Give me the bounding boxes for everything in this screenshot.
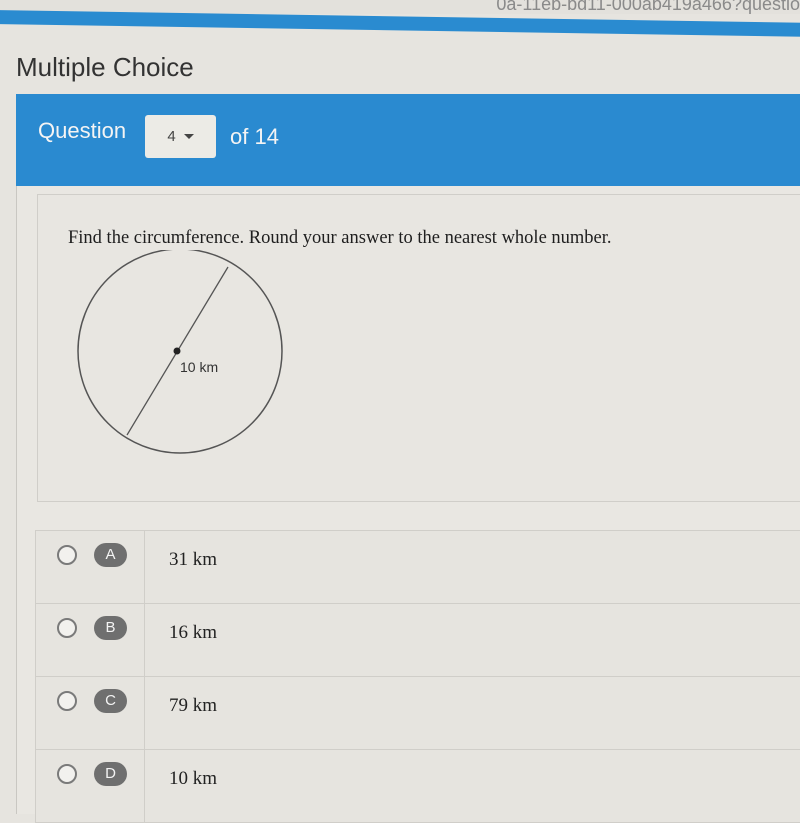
- diameter-label: 10 km: [180, 359, 218, 375]
- chevron-down-icon: [183, 134, 194, 139]
- choice-d[interactable]: D 10 km: [35, 749, 800, 823]
- center-point: [173, 347, 181, 355]
- choice-text: 10 km: [169, 768, 218, 789]
- radio-button[interactable]: [57, 691, 77, 711]
- choice-c[interactable]: C 79 km: [35, 676, 800, 749]
- choice-letter-badge: A: [94, 543, 127, 567]
- radio-button[interactable]: [57, 764, 77, 784]
- choice-text: 16 km: [169, 622, 218, 643]
- choice-selector: A: [36, 531, 145, 603]
- radio-button[interactable]: [57, 618, 77, 638]
- page-title: Multiple Choice: [16, 52, 194, 82]
- choice-selector: D: [36, 750, 145, 822]
- choice-b[interactable]: B 16 km: [35, 603, 800, 676]
- question-header: [16, 94, 800, 186]
- question-number-value: 4: [167, 128, 176, 145]
- question-total: of 14: [230, 124, 279, 149]
- choice-selector: C: [36, 677, 145, 749]
- choice-a[interactable]: A 31 km: [35, 530, 800, 603]
- answer-choices: A 31 km B 16 km C 79 km D 10 km: [35, 530, 800, 823]
- choice-text: 31 km: [169, 549, 218, 570]
- circle-figure: 10 km: [77, 250, 283, 454]
- radio-button[interactable]: [57, 545, 77, 565]
- choice-letter-badge: C: [94, 689, 127, 713]
- top-accent-bar: [0, 10, 800, 38]
- choice-letter-badge: D: [94, 762, 127, 786]
- question-prompt: Find the circumference. Round your answe…: [68, 228, 612, 248]
- url-text: 0a-11eb-bd11-000ab419a466?questio: [496, 0, 800, 14]
- choice-letter-badge: B: [94, 616, 127, 640]
- question-number-dropdown[interactable]: 4: [145, 115, 216, 158]
- question-label: Question: [38, 118, 127, 143]
- choice-selector: B: [36, 604, 145, 676]
- choice-text: 79 km: [169, 695, 218, 716]
